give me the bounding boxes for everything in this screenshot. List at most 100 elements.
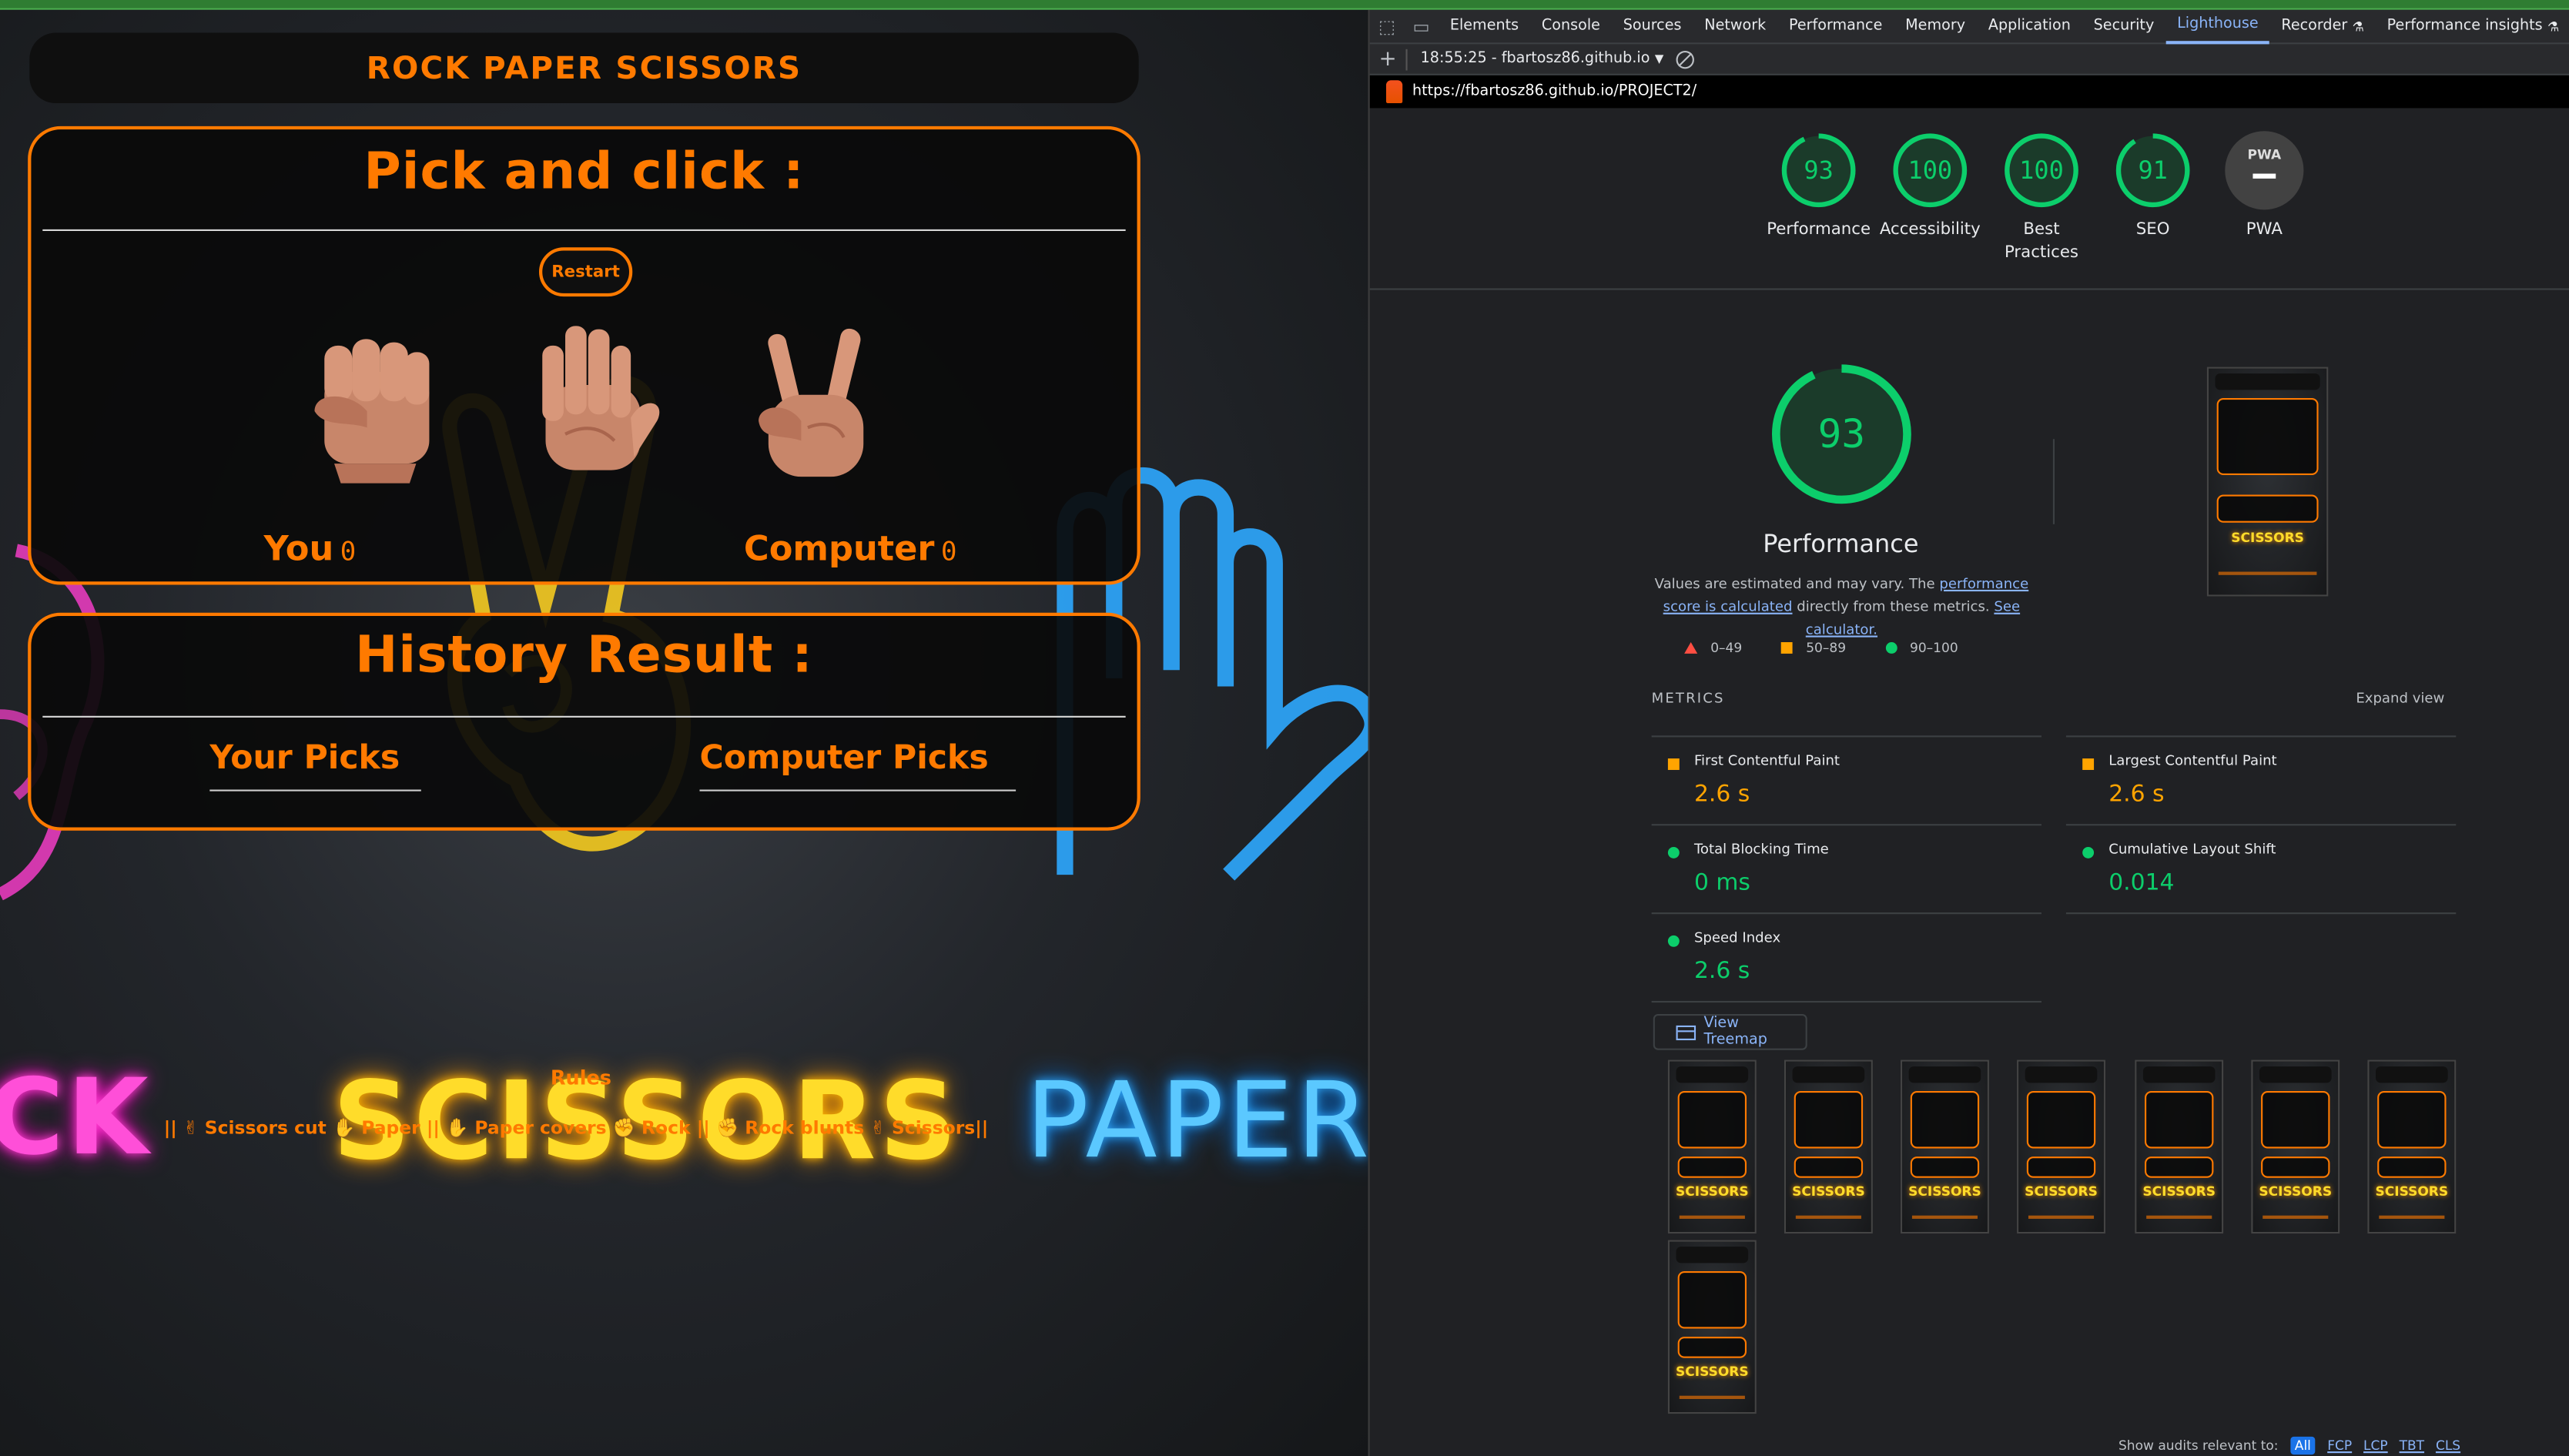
neon-word-paper: PAPER xyxy=(1025,1061,1368,1183)
audit-filter-label: Show audits relevant to: xyxy=(2118,1438,2279,1454)
pwa-badge-icon: PWA xyxy=(2225,131,2304,210)
thumb-title xyxy=(1908,1066,1981,1083)
thumb-word: SCISSORS xyxy=(1792,1183,1865,1200)
tab-elements[interactable]: Elements xyxy=(1439,10,1530,44)
average-square-icon xyxy=(2082,758,2095,770)
scissors-hand-icon[interactable] xyxy=(735,326,883,490)
filter-chip-lcp[interactable]: LCP xyxy=(2363,1438,2388,1453)
filmstrip-frame[interactable]: SCISSORS xyxy=(2135,1059,2224,1234)
gauge-seo[interactable]: 91 SEO xyxy=(2097,131,2209,265)
tab-memory[interactable]: Memory xyxy=(1894,10,1977,44)
frame-content: SCISSORS xyxy=(1670,1241,1755,1412)
device-toolbar-icon[interactable]: ▭ xyxy=(1404,10,1439,44)
frame-content: SCISSORS xyxy=(2252,1061,2339,1232)
metric-lcp-value: 2.6 s xyxy=(2108,781,2165,808)
filter-chip-all[interactable]: All xyxy=(2289,1436,2316,1455)
tab-network[interactable]: Network xyxy=(1693,10,1777,44)
thumb-card xyxy=(1677,1337,1747,1358)
filmstrip-frame[interactable]: SCISSORS xyxy=(1667,1059,1757,1234)
paper-hand-icon[interactable] xyxy=(516,320,663,484)
metric-speed-index: Speed Index 2.6 s xyxy=(1651,912,2041,1001)
gauge-accessibility[interactable]: 100 Accessibility xyxy=(1874,131,1986,265)
audit-filter: Show audits relevant to: All FCP LCP TBT… xyxy=(2118,1436,2460,1455)
inspect-element-icon[interactable]: ⬚ xyxy=(1370,10,1405,44)
treemap-icon xyxy=(1676,1024,1696,1039)
filmstrip-frame[interactable]: SCISSORS xyxy=(2251,1059,2340,1234)
player-score: You 0 xyxy=(264,529,357,568)
report-url-bar: https://fbartosz86.github.io/PROJECT2/ xyxy=(1369,75,2569,109)
tab-performance[interactable]: Performance xyxy=(1777,10,1894,44)
thumb-word: SCISSORS xyxy=(1676,1364,1749,1380)
gauge-seo-label: SEO xyxy=(2135,221,2170,239)
frame-content: SCISSORS xyxy=(2369,1061,2455,1232)
devtools-tabbar: ⬚ ▭ Elements Console Sources Network Per… xyxy=(1369,9,2569,45)
thumb-word: SCISSORS xyxy=(2231,531,2304,547)
metric-lcp-label: Largest Contentful Paint xyxy=(2108,753,2277,770)
pwa-dash xyxy=(2252,173,2276,179)
thumb-card xyxy=(1677,1156,1747,1178)
gauge-best-practices[interactable]: 100 Best Practices xyxy=(1986,131,2098,265)
legend-fail-label: 0–49 xyxy=(1710,640,1743,656)
tab-recorder-label: Recorder xyxy=(2281,18,2348,35)
player-score-label: You xyxy=(263,529,334,569)
chevron-down-icon[interactable]: ▼ xyxy=(1655,52,1663,65)
frame-content: SCISSORS xyxy=(2018,1061,2104,1232)
filmstrip-frame[interactable]: SCISSORS xyxy=(1784,1059,1873,1234)
expand-view-button[interactable]: Expand view xyxy=(2356,691,2444,708)
thumb-card xyxy=(2145,1090,2214,1150)
filter-chip-fcp[interactable]: FCP xyxy=(2327,1438,2352,1453)
player-score-value: 0 xyxy=(340,535,357,567)
metric-speed-index-value: 2.6 s xyxy=(1693,958,1750,985)
tab-security[interactable]: Security xyxy=(2082,10,2165,44)
metrics-bottom-rule xyxy=(1651,1000,2041,1003)
pass-circle-icon xyxy=(1885,642,1897,654)
game-header: ROCK PAPER SCISSORS xyxy=(29,32,1139,104)
vertical-separator xyxy=(2052,439,2055,524)
gauge-performance[interactable]: 93 Performance xyxy=(1763,131,1874,265)
report-selector[interactable]: 18:55:25 - fbartosz86.github.io xyxy=(1421,51,1650,67)
score-legend: 0–49 50–89 90–100 xyxy=(1684,641,1998,655)
desc-middle: directly from these metrics. xyxy=(1792,599,1995,616)
tab-performance-insights[interactable]: Performance insights ⚗ xyxy=(2376,10,2569,44)
gauge-pwa[interactable]: PWA PWA xyxy=(2209,131,2320,265)
thumb-word: SCISSORS xyxy=(2142,1183,2216,1200)
gauge-best-practices-label-line1: Best xyxy=(2023,221,2060,239)
thumb-title xyxy=(1792,1066,1865,1083)
tab-application[interactable]: Application xyxy=(1977,10,2082,44)
filmstrip-frame[interactable]: SCISSORS xyxy=(2367,1059,2457,1234)
tab-lighthouse[interactable]: Lighthouse xyxy=(2165,10,2270,44)
filter-chip-tbt[interactable]: TBT xyxy=(2400,1438,2424,1453)
tab-sources[interactable]: Sources xyxy=(1612,10,1693,44)
thumb-rules xyxy=(1679,1214,1745,1219)
filmstrip-frame[interactable]: SCISSORS xyxy=(1667,1240,1757,1414)
clear-all-icon[interactable] xyxy=(1676,49,1695,69)
rock-hand-icon[interactable] xyxy=(301,326,448,490)
gauge-best-practices-score: 100 xyxy=(2019,156,2064,186)
report-url[interactable]: https://fbartosz86.github.io/PROJECT2/ xyxy=(1412,84,1696,100)
thumb-title xyxy=(2215,373,2320,390)
final-screenshot-thumbnail[interactable]: SCISSORS xyxy=(2206,367,2329,597)
legend-pass: 90–100 xyxy=(1885,641,1958,655)
filmstrip-frame[interactable]: SCISSORS xyxy=(2017,1059,2105,1234)
tab-console[interactable]: Console xyxy=(1530,10,1612,44)
flask-icon: ⚗ xyxy=(2547,18,2560,34)
filter-chip-cls[interactable]: CLS xyxy=(2436,1438,2460,1453)
pick-divider xyxy=(42,229,1126,231)
thumb-rules xyxy=(2218,571,2317,576)
game-page: CK SCISSORS PAPER ROCK PAPER SCISSORS Pi… xyxy=(0,9,1368,1456)
gauge-best-practices-label: Best Practices xyxy=(1986,219,2098,266)
new-report-button[interactable]: + xyxy=(1370,47,1406,72)
thumb-card xyxy=(1794,1156,1864,1178)
pick-heading: Pick and click : xyxy=(363,142,805,202)
history-card: History Result : Your Picks Computer Pic… xyxy=(28,612,1140,831)
tab-recorder[interactable]: Recorder ⚗ xyxy=(2270,10,2376,44)
restart-button[interactable]: Restart xyxy=(538,247,633,297)
thumb-rules xyxy=(1795,1214,1861,1219)
thumb-card xyxy=(2377,1090,2447,1150)
thumb-title xyxy=(1676,1066,1749,1083)
toolbar-separator xyxy=(1405,48,1408,70)
desc-prefix: Values are estimated and may vary. The xyxy=(1654,576,1940,594)
filmstrip-frame[interactable]: SCISSORS xyxy=(1901,1059,1989,1234)
view-treemap-button[interactable]: View Treemap xyxy=(1653,1013,1807,1050)
metric-lcp: Largest Contentful Paint 2.6 s xyxy=(2065,735,2457,824)
